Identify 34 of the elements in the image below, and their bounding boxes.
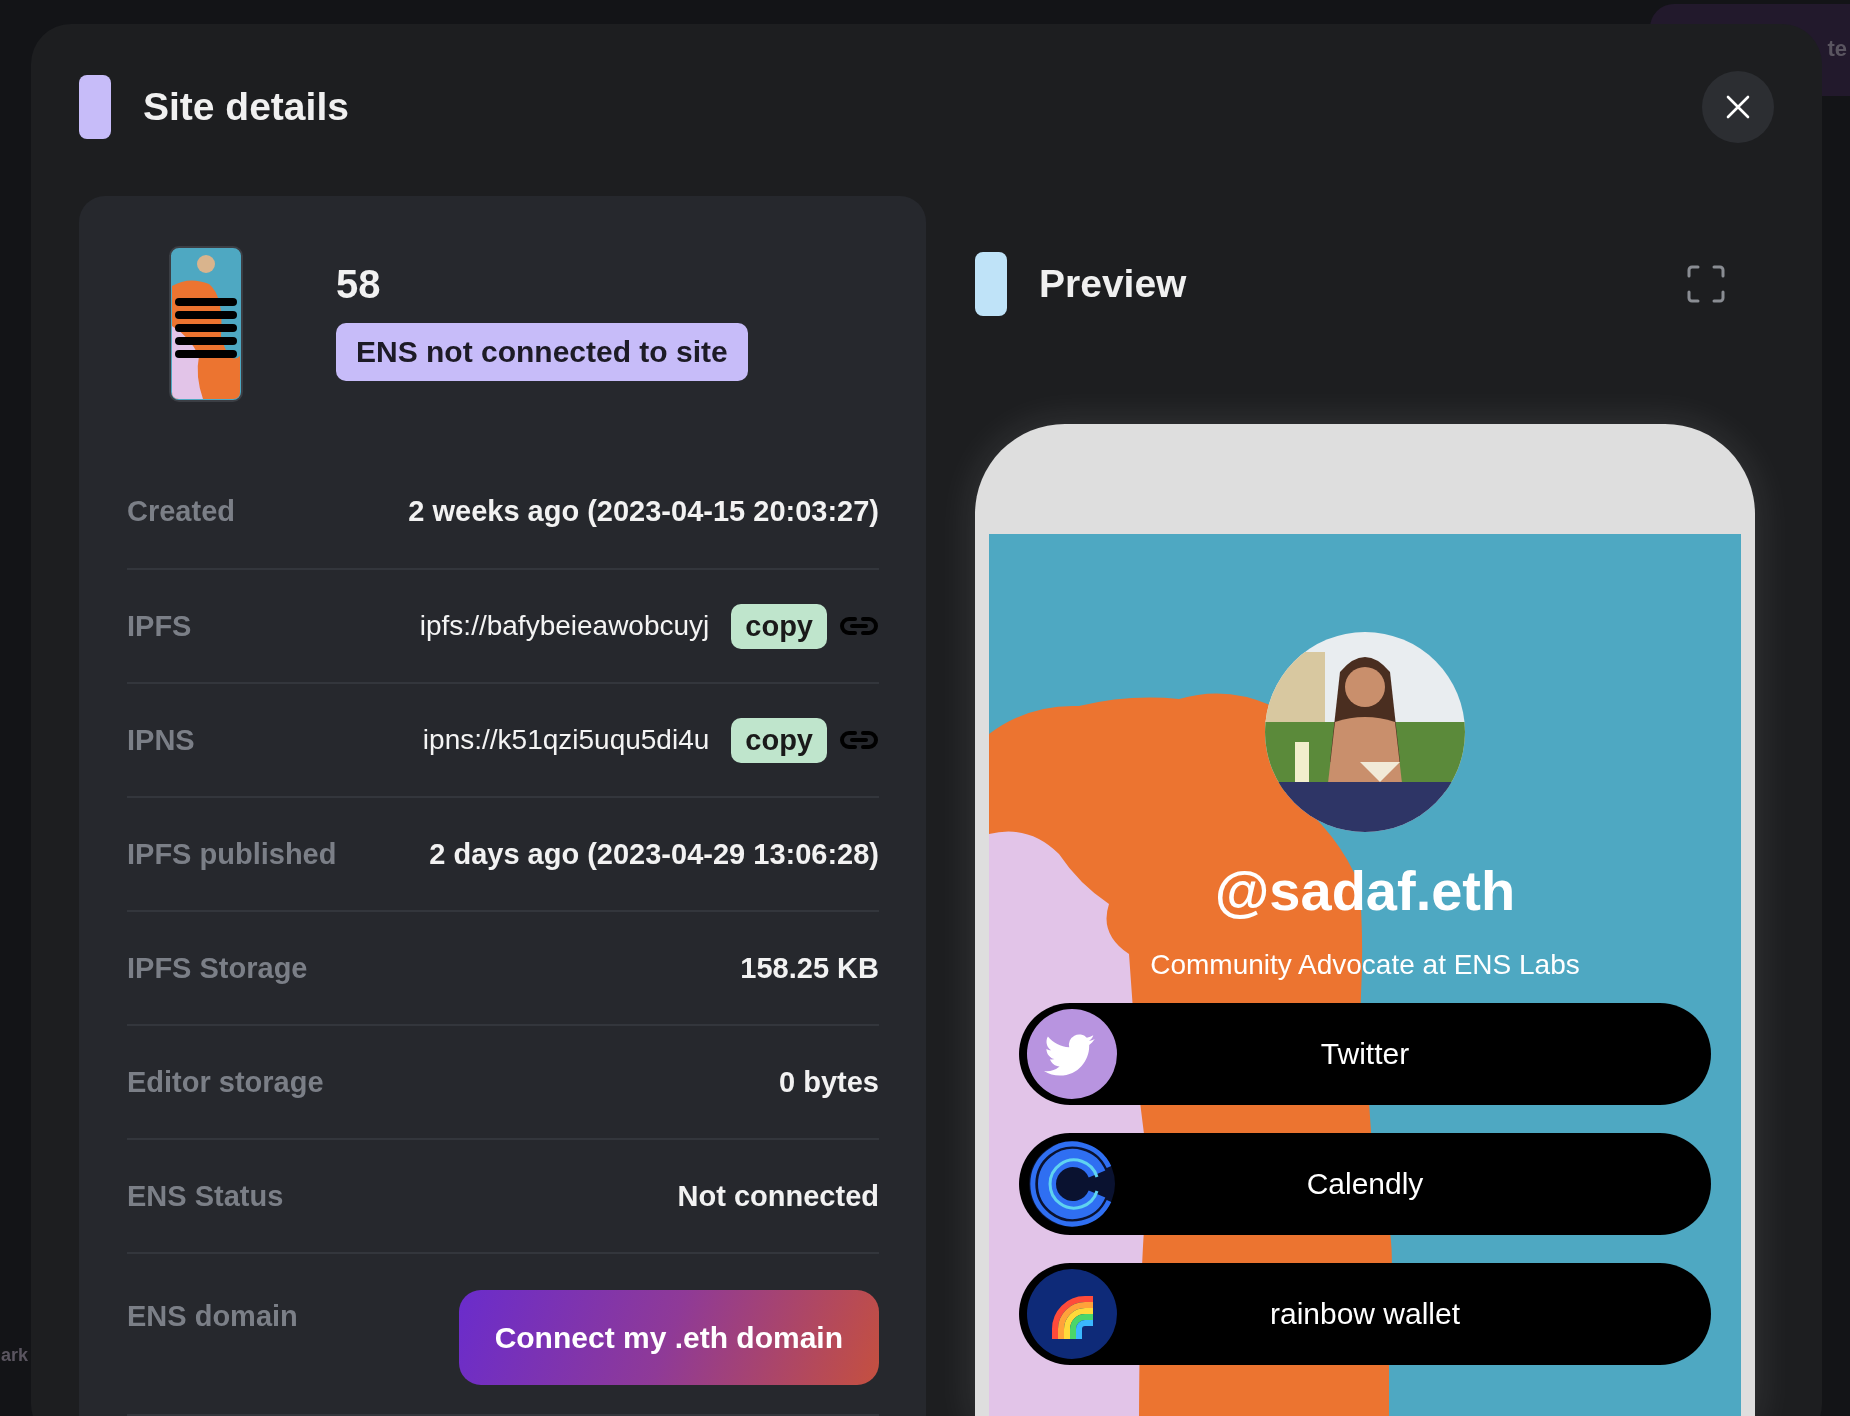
detail-label: IPFS xyxy=(127,609,192,643)
connect-button[interactable]: Connect my .eth domain xyxy=(458,1290,879,1385)
rainbow-icon xyxy=(1027,1269,1117,1359)
close-icon xyxy=(1725,94,1751,120)
background-text: te xyxy=(1827,36,1847,62)
accent-bar xyxy=(975,252,1007,316)
link-button[interactable]: rainbow wallet xyxy=(1019,1263,1711,1365)
detail-value: 2 weeks ago (2023-04-15 20:03:27) xyxy=(408,494,879,528)
link-button[interactable]: Calendly xyxy=(1019,1133,1711,1235)
detail-label: IPFS published xyxy=(127,837,337,871)
background-text: ark xyxy=(1,1345,29,1366)
site-name: 58 xyxy=(336,262,381,307)
bird-icon xyxy=(1027,1009,1117,1099)
detail-value: 2 days ago (2023-04-29 13:06:28) xyxy=(429,837,879,871)
detail-label: Editor storage xyxy=(127,1065,324,1099)
detail-value: Not connected xyxy=(677,1179,879,1213)
status-badge: ENS not connected to site xyxy=(336,323,748,381)
address-text: ipns://k51qzi5uqu5di4u xyxy=(422,724,710,756)
link-button[interactable]: Twitter xyxy=(1019,1003,1711,1105)
dialog-title: Site details xyxy=(143,85,349,129)
detail-value: 158.25 KB xyxy=(740,951,879,985)
copy-button[interactable]: copy xyxy=(731,603,827,649)
detail-label: IPFS Storage xyxy=(127,951,308,985)
preview-title: Preview xyxy=(1039,262,1187,306)
detail-label: Created xyxy=(127,494,235,528)
accent-bar xyxy=(79,75,111,139)
copy-button[interactable]: copy xyxy=(731,717,827,763)
detail-value: 0 bytes xyxy=(779,1065,879,1099)
calendar-c-icon xyxy=(1027,1139,1117,1229)
fullscreen-icon[interactable] xyxy=(1687,265,1725,303)
address-text: ipfs://bafybeieawobcuyj xyxy=(419,610,710,642)
detail-label: ENS domain xyxy=(127,1299,298,1333)
detail-label: IPNS xyxy=(127,723,195,757)
detail-label: ENS Status xyxy=(127,1179,284,1213)
